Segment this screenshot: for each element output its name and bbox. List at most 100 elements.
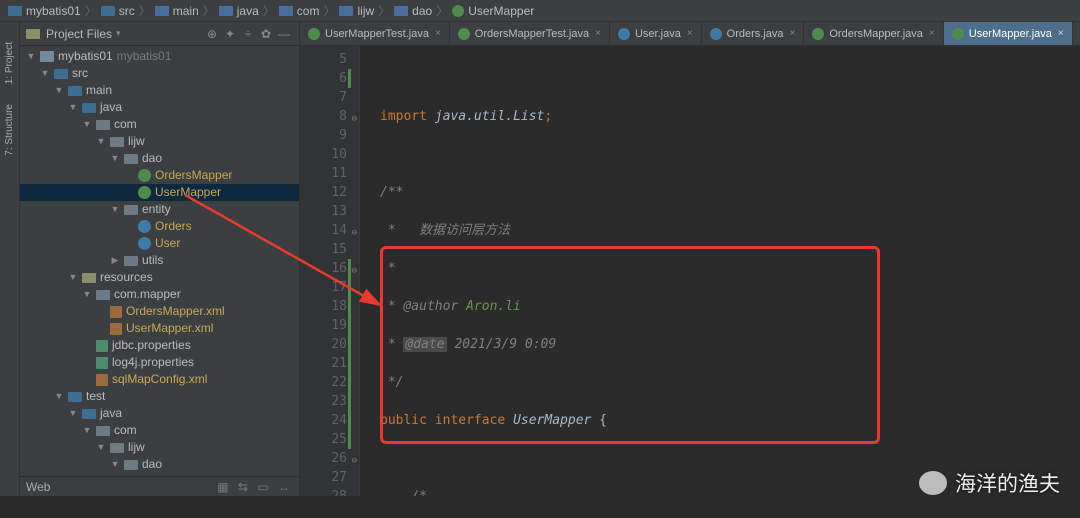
code-editor[interactable]: 5678⊖91011121314⊖1516⊖171819202122232425…: [300, 46, 1080, 496]
tree-node-label: OrdersMapper: [155, 167, 232, 184]
tree-node[interactable]: ▼entity: [20, 201, 299, 218]
tree-node-label: lijw: [128, 439, 145, 456]
tree-node[interactable]: ▼ lijw: [20, 439, 299, 456]
tree-arrow-icon: ▼: [110, 456, 120, 473]
breadcrumb-segment[interactable]: com: [279, 4, 320, 18]
breadcrumb-segment[interactable]: src: [101, 4, 135, 18]
footer-icon[interactable]: ▭: [257, 480, 268, 494]
editor-tab[interactable]: Orders.java ×: [702, 22, 805, 45]
gutter-line-number: 7: [300, 88, 347, 107]
file-type-icon: [710, 28, 722, 40]
tree-node-label: lijw: [128, 133, 145, 150]
editor-tabs: UserMapperTest.java×OrdersMapperTest.jav…: [300, 22, 1080, 46]
tool-project[interactable]: 1: Project: [4, 42, 15, 84]
project-tree[interactable]: ▼mybatis01mybatis01▼src▼main▼java▼com▼li…: [20, 46, 299, 476]
tree-node[interactable]: ▼com: [20, 116, 299, 133]
folder-icon: [124, 460, 138, 470]
tree-node[interactable]: sqlMapConfig.xml: [20, 371, 299, 388]
tree-node[interactable]: Orders: [20, 218, 299, 235]
editor-tab[interactable]: UserMapper.java×: [944, 22, 1073, 45]
file-type-icon: [952, 28, 964, 40]
web-tool-label[interactable]: Web: [26, 480, 50, 494]
collapse-icon[interactable]: ÷: [239, 27, 257, 41]
footer-icon[interactable]: ▦: [217, 480, 228, 494]
tree-node[interactable]: ▼com: [20, 422, 299, 439]
tree-arrow-icon: ▼: [26, 48, 36, 65]
close-icon[interactable]: ×: [790, 28, 796, 39]
editor-gutter: 5678⊖91011121314⊖1516⊖171819202122232425…: [300, 46, 360, 496]
tree-node[interactable]: OrdersMapper: [20, 167, 299, 184]
tree-arrow-icon: ▼: [96, 133, 106, 150]
hide-icon[interactable]: —: [275, 27, 293, 41]
editor-tab[interactable]: OrdersMapper.java×: [804, 22, 943, 45]
editor-tab[interactable]: User.java ×: [610, 22, 702, 45]
folder-icon: [101, 6, 115, 16]
tree-node[interactable]: ▼mybatis01mybatis01: [20, 48, 299, 65]
tab-label: User.java: [635, 28, 681, 40]
interface-icon: [138, 186, 151, 199]
tree-node-label: utils: [142, 252, 163, 269]
folder-icon: [219, 6, 233, 16]
breadcrumb-segment[interactable]: dao: [394, 4, 432, 18]
tree-node[interactable]: ▼java: [20, 405, 299, 422]
tree-node-label: src: [72, 65, 88, 82]
tree-node[interactable]: ▼test: [20, 388, 299, 405]
close-icon[interactable]: ×: [929, 28, 935, 39]
folder-icon: [96, 120, 110, 130]
tree-node[interactable]: ▼com.mapper: [20, 286, 299, 303]
gutter-line-number: 25: [300, 430, 347, 449]
folder-icon: [40, 51, 54, 62]
locate-icon[interactable]: ⊕: [203, 27, 221, 41]
tree-node[interactable]: ▼main: [20, 82, 299, 99]
breadcrumb-segment[interactable]: mybatis01: [8, 4, 81, 18]
editor-tab[interactable]: UserMapperTest.java×: [300, 22, 450, 45]
expand-icon[interactable]: ✦: [221, 27, 239, 41]
tree-node[interactable]: ▼ lijw: [20, 133, 299, 150]
folder-icon: [96, 290, 110, 300]
breadcrumb-segment[interactable]: lijw: [339, 4, 374, 18]
breadcrumb-segment[interactable]: main: [155, 4, 199, 18]
tree-arrow-icon: ▼: [96, 439, 106, 456]
footer-icon[interactable]: ↔: [278, 480, 290, 494]
close-icon[interactable]: ×: [435, 28, 441, 39]
close-icon[interactable]: ×: [1058, 28, 1064, 39]
tree-arrow-icon: ▼: [68, 99, 78, 116]
folder-icon: [26, 29, 40, 39]
interface-icon: [452, 5, 464, 17]
tree-node[interactable]: ▼java: [20, 99, 299, 116]
tree-node-label: dao: [142, 456, 162, 473]
breadcrumb-segment[interactable]: java: [219, 4, 259, 18]
tab-label: Orders.java: [727, 28, 784, 40]
tree-node-label: UserMapper: [155, 184, 221, 201]
tree-node[interactable]: log4j.properties: [20, 354, 299, 371]
tree-arrow-icon: ▼: [110, 150, 120, 167]
tree-node[interactable]: UserMapper: [20, 184, 299, 201]
tree-node[interactable]: jdbc.properties: [20, 337, 299, 354]
tree-node[interactable]: ▼ src: [20, 65, 299, 82]
tree-node[interactable]: ▼dao: [20, 150, 299, 167]
folder-icon: [82, 409, 96, 419]
code-content: import java.util.List; /** * 数据访问层方法 * *…: [360, 46, 1080, 496]
close-icon[interactable]: ×: [687, 28, 693, 39]
file-type-icon: [812, 28, 824, 40]
editor-tab[interactable]: OrdersMapperTest.java×: [450, 22, 610, 45]
tree-node[interactable]: OrdersMapper.xml: [20, 303, 299, 320]
tree-node[interactable]: User: [20, 235, 299, 252]
tree-node[interactable]: ▼ dao: [20, 456, 299, 473]
tree-node[interactable]: ▼resources: [20, 269, 299, 286]
gutter-line-number: 13: [300, 202, 347, 221]
gutter-line-number: 28: [300, 487, 347, 496]
tree-node[interactable]: UserMapper.xml: [20, 320, 299, 337]
folder-icon: [124, 154, 138, 164]
close-icon[interactable]: ×: [595, 28, 601, 39]
tree-node[interactable]: ▶utils: [20, 252, 299, 269]
tree-arrow-icon: ▼: [110, 201, 120, 218]
tree-arrow-icon: ▼: [82, 422, 92, 439]
tree-arrow-icon: ▼: [40, 65, 50, 82]
breadcrumb-segment[interactable]: UserMapper: [452, 4, 534, 18]
tree-node-label: resources: [100, 269, 153, 286]
footer-icon[interactable]: ⇆: [238, 480, 248, 494]
settings-icon[interactable]: ✿: [257, 27, 275, 41]
folder-icon: [394, 6, 408, 16]
tool-structure[interactable]: 7: Structure: [4, 104, 15, 156]
